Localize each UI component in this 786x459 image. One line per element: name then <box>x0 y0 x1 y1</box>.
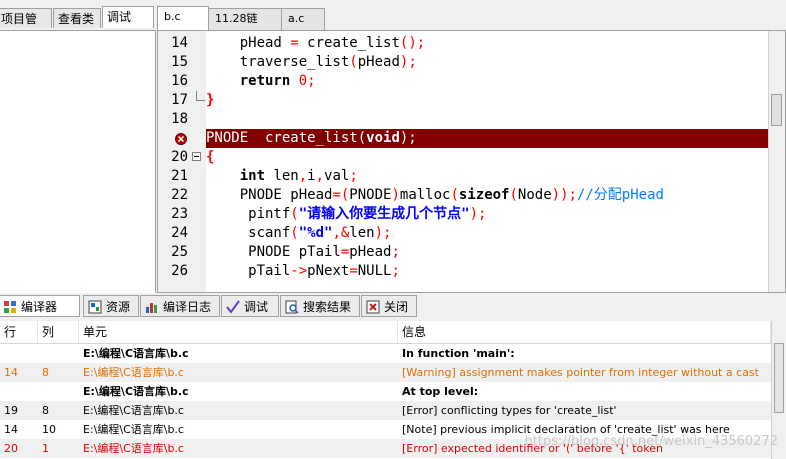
cell-unit: E:\编程\C语言库\b.c <box>83 347 189 360</box>
editor-tabs: b.c 11.28链表.c a.c <box>157 6 786 45</box>
watermark: https://blog.csdn.net/weixin_43560272 <box>524 434 778 449</box>
code-line[interactable]: int len,i,val; <box>206 167 769 186</box>
search-icon <box>285 300 299 314</box>
messages-scroll-thumb[interactable] <box>774 343 784 413</box>
editor-tab-b-c[interactable]: b.c <box>157 6 209 30</box>
line-number: 17 <box>171 92 188 108</box>
table-row[interactable]: E:\编程\C语言库\b.c In function 'main': <box>0 344 771 363</box>
bottom-panel-tabs: 编译器 (8) 资源 编译日志 调试 搜索结果 关闭 <box>0 295 786 336</box>
cell-col: 8 <box>42 404 49 417</box>
line-number: 26 <box>171 263 188 279</box>
column-header-unit[interactable]: 单元 <box>79 321 398 343</box>
code-line[interactable]: { <box>206 148 769 167</box>
line-number: 24 <box>171 225 188 241</box>
tab-close[interactable]: 关闭 <box>361 295 417 317</box>
cell-line <box>0 344 38 363</box>
code-line[interactable]: } <box>206 91 769 110</box>
tab-project-manager[interactable]: 项目管理 <box>0 8 52 46</box>
table-row[interactable]: 14 8 E:\编程\C语言库\b.c [Warning] assignment ma… <box>0 363 771 382</box>
cell-col: 8 <box>42 366 49 379</box>
cell-info: In function 'main': <box>402 347 515 360</box>
line-number: 14 <box>171 35 188 51</box>
line-number: 16 <box>171 73 188 89</box>
cell-line: 14 <box>4 366 18 379</box>
editor-tab-linked-list[interactable]: 11.28链表.c <box>208 8 282 45</box>
cell-unit: E:\编程\C语言库\b.c <box>83 366 184 379</box>
cell-unit: E:\编程\C语言库\b.c <box>83 385 189 398</box>
code-line[interactable]: traverse_list(pHead); <box>206 53 769 72</box>
tab-compiler[interactable]: 编译器 (8) <box>0 295 80 336</box>
column-header-line[interactable]: 行 <box>0 321 38 343</box>
line-number: 25 <box>171 244 188 260</box>
cell-line: 20 <box>4 442 18 455</box>
error-breakpoint-icon <box>175 133 187 145</box>
tab-search-results[interactable]: 搜索结果 <box>280 295 360 317</box>
code-area[interactable]: pHead = create_list(); traverse_list(pHe… <box>206 31 769 292</box>
line-number <box>158 129 188 148</box>
resource-icon <box>88 300 102 314</box>
line-number: 18 <box>171 111 188 127</box>
left-panel <box>0 30 156 293</box>
line-number: 21 <box>171 168 188 184</box>
code-line[interactable]: pHead = create_list(); <box>206 34 769 53</box>
column-header-col[interactable]: 列 <box>38 321 79 343</box>
cell-info: [Warning] assignment makes pointer from … <box>402 366 759 379</box>
chart-icon <box>146 303 157 313</box>
cell-col <box>38 382 79 401</box>
check-icon <box>226 300 240 314</box>
code-line[interactable]: pintf("请输入你要生成几个节点"); <box>206 205 769 224</box>
line-number: 23 <box>171 206 188 222</box>
editor-vertical-scrollbar[interactable] <box>768 31 785 292</box>
code-line[interactable]: scanf("%d",&len); <box>206 224 769 243</box>
line-number: 15 <box>171 54 188 70</box>
code-line[interactable]: return 0; <box>206 72 769 91</box>
editor-scroll-thumb[interactable] <box>771 94 782 126</box>
cell-unit: E:\编程\C语言库\b.c <box>83 404 184 417</box>
code-line[interactable] <box>206 110 769 129</box>
line-number-gutter: 14 15 16 17 18 20 21 22 23 24 25 26 <box>158 31 206 292</box>
code-line[interactable]: PNODE pHead=(PNODE)malloc(sizeof(Node));… <box>206 186 769 205</box>
code-line[interactable]: pTail->pNext=NULL; <box>206 262 769 281</box>
tab-debug-output[interactable]: 调试 <box>221 295 279 317</box>
cell-unit: E:\编程\C语言库\b.c <box>83 423 184 436</box>
tab-compile-log[interactable]: 编译日志 <box>140 295 220 317</box>
cell-unit: E:\编程\C语言库\b.c <box>83 442 184 455</box>
cell-info: [Error] conflicting types for 'create_li… <box>402 404 617 417</box>
code-editor[interactable]: 14 15 16 17 18 20 21 22 23 24 25 26 pHead = create_… <box>157 30 786 293</box>
line-number: 22 <box>171 187 188 203</box>
table-row[interactable]: 19 8 E:\编程\C语言库\b.c [Error] conflicting typ… <box>0 401 771 420</box>
column-header-info[interactable]: 信息 <box>398 321 771 343</box>
grid-icon <box>4 301 16 313</box>
left-panel-tabs: 项目管理 查看类 调试 <box>0 6 156 46</box>
cell-line: 14 <box>4 423 18 436</box>
cell-col <box>38 344 79 363</box>
cell-info: At top level: <box>402 385 479 398</box>
fold-toggle-icon[interactable] <box>192 152 201 161</box>
editor-tab-a-c[interactable]: a.c <box>281 8 325 30</box>
tab-class-view[interactable]: 查看类 <box>53 8 101 28</box>
code-line-error[interactable]: PNODE create_list(void); <box>206 129 769 148</box>
close-icon <box>366 300 380 314</box>
cell-col: 10 <box>42 423 56 436</box>
tab-debug[interactable]: 调试 <box>102 6 154 28</box>
cell-line <box>0 382 38 401</box>
cell-line: 19 <box>4 404 18 417</box>
table-header: 行 列 单元 信息 <box>0 321 771 344</box>
tab-resources[interactable]: 资源 <box>83 295 139 317</box>
cell-col: 1 <box>42 442 49 455</box>
fold-end-icon <box>196 91 205 101</box>
line-number: 20 <box>171 149 188 165</box>
table-row[interactable]: E:\编程\C语言库\b.c At top level: <box>0 382 771 401</box>
code-line[interactable]: PNODE pTail=pHead; <box>206 243 769 262</box>
